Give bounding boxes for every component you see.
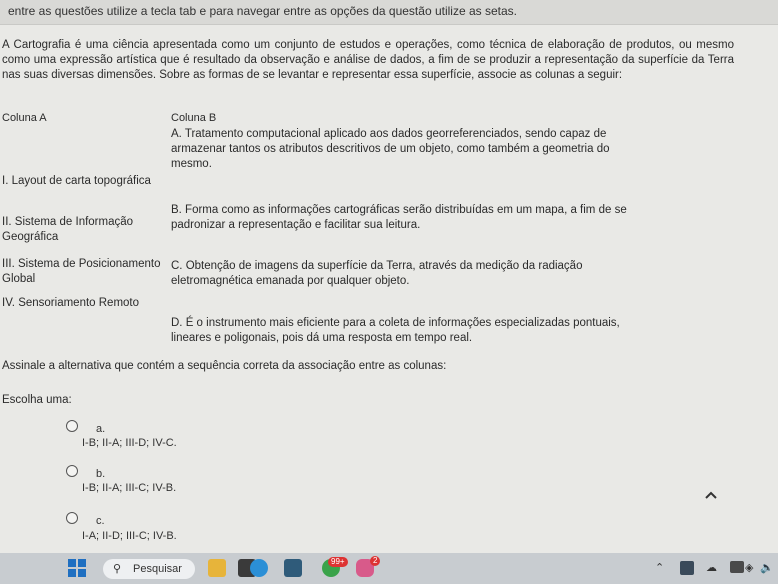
tray-app-icon-2[interactable] xyxy=(730,561,744,573)
question-paragraph: A Cartografia é uma ciência apresentada … xyxy=(2,39,734,81)
column-b-header: Coluna B xyxy=(171,112,217,124)
tray-app-icon[interactable] xyxy=(680,561,694,575)
search-icon: ⚲ xyxy=(113,563,122,575)
column-b-item-a: A. Tratamento computacional aplicado aos… xyxy=(171,128,610,170)
cloud-icon[interactable]: ☁ xyxy=(706,561,717,574)
radio-option-a[interactable] xyxy=(66,420,78,432)
instruction-text: entre as questões utilize a tecla tab e … xyxy=(8,4,517,18)
tray-chevron-up-icon[interactable]: ⌃ xyxy=(655,561,664,574)
instruction-bar: entre as questões utilize a tecla tab e … xyxy=(0,0,778,25)
column-b-item-b: B. Forma como as informações cartográfic… xyxy=(171,204,627,231)
column-a-item-2: II. Sistema de Informação Geográfica xyxy=(2,216,134,243)
column-b-item-d: D. É o instrumento mais eficiente para a… xyxy=(171,317,620,344)
column-a-header: Coluna A xyxy=(2,112,47,124)
column-b-item-c: C. Obtenção de imagens da superfície da … xyxy=(171,260,583,287)
option-b-text[interactable]: I-B; II-A; III-C; IV-B. xyxy=(82,482,176,494)
column-a-item-1: I. Layout de carta topográfica xyxy=(2,175,151,187)
calculator-icon[interactable] xyxy=(284,559,302,577)
option-a-text[interactable]: I-B; II-A; III-D; IV-C. xyxy=(82,437,177,449)
option-b-letter: b. xyxy=(96,468,106,480)
option-c-letter: c. xyxy=(96,515,105,527)
chevron-up-icon xyxy=(705,491,717,499)
column-a-item-3: III. Sistema de Posicionamento Global xyxy=(2,258,161,285)
search-label: Pesquisar xyxy=(133,563,182,575)
radio-option-c[interactable] xyxy=(66,512,78,524)
choose-label: Escolha uma: xyxy=(2,394,72,406)
volume-icon[interactable]: 🔈 xyxy=(760,561,774,574)
quiz-page: entre as questões utilize a tecla tab e … xyxy=(0,0,778,552)
scroll-to-top-button[interactable] xyxy=(696,490,726,510)
taskbar-search[interactable]: ⚲ Pesquisar xyxy=(103,559,195,579)
file-explorer-icon[interactable] xyxy=(208,559,226,577)
option-c-text[interactable]: I-A; II-D; III-C; IV-B. xyxy=(82,530,177,542)
option-a-letter: a. xyxy=(96,423,106,435)
question-prompt: Assinale a alternativa que contém a sequ… xyxy=(2,360,447,372)
column-a-item-4: IV. Sensoriamento Remoto xyxy=(2,297,140,309)
radio-option-b[interactable] xyxy=(66,465,78,477)
wifi-icon[interactable]: ◈ xyxy=(745,561,753,574)
edge-browser-icon[interactable] xyxy=(250,559,268,577)
chat-app-badge: 99+ xyxy=(328,557,348,567)
windows-start-icon[interactable] xyxy=(68,559,86,577)
